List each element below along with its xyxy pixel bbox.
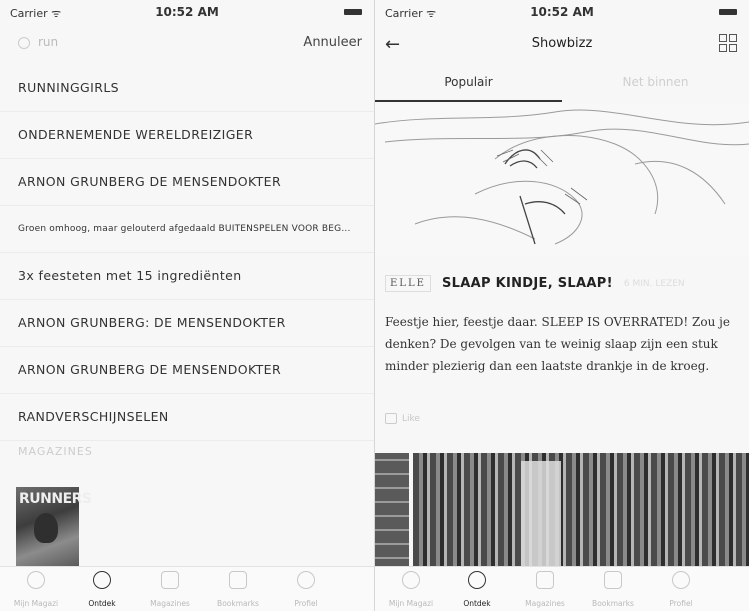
tab-profile[interactable]: Profiel <box>276 567 336 611</box>
article-header: ELLE SLAAP KINDJE, SLAAP! 6 MIN. LEZEN <box>385 273 749 297</box>
cover-photo <box>34 513 58 543</box>
search-result-item[interactable]: ONDERNEMENDE WERELDREIZIGER <box>0 112 374 159</box>
like-button[interactable]: Like <box>385 413 420 424</box>
article-photo-thumb[interactable] <box>375 453 409 571</box>
tab-label: Ontdek <box>463 599 491 608</box>
tab-popular[interactable]: Populair <box>375 68 562 102</box>
tab-label: Profiel <box>669 599 693 608</box>
search-result-item[interactable]: RUNNINGGIRLS <box>0 65 374 112</box>
search-bar: Annuleer <box>0 28 374 62</box>
profile-icon <box>297 571 315 589</box>
tab-discover[interactable]: Ontdek <box>72 567 132 611</box>
tab-label: Bookmarks <box>217 599 259 608</box>
nav-bar: ← Showbizz <box>375 28 749 62</box>
window-light <box>521 461 561 571</box>
search-result-item[interactable]: 3x feesteten met 15 ingrediënten <box>0 253 374 300</box>
tab-label: Magazines <box>150 599 190 608</box>
tab-discover[interactable]: Ontdek <box>447 567 507 611</box>
tab-label: Mijn Magazi <box>13 599 59 608</box>
sleeping-woman-illustration <box>375 109 749 245</box>
segmented-tabs: Populair Net binnen <box>375 68 749 102</box>
tab-label: Magazines <box>525 599 565 608</box>
search-icon <box>18 37 30 49</box>
book-icon <box>536 571 554 589</box>
clock: 10:52 AM <box>155 5 219 19</box>
tab-profile[interactable]: Profiel <box>651 567 711 611</box>
thumbs-up-icon <box>385 413 397 424</box>
search-results-list: RUNNINGGIRLS ONDERNEMENDE WERELDREIZIGER… <box>0 65 374 441</box>
status-bar: Carrier ᯤ 10:52 AM <box>0 0 374 22</box>
tab-new[interactable]: Net binnen <box>562 68 749 102</box>
battery-icon <box>344 9 362 15</box>
tab-label: Profiel <box>294 599 318 608</box>
like-label: Like <box>402 414 420 424</box>
search-result-item[interactable]: ARNON GRUNBERG DE MENSENDOKTER <box>0 347 374 394</box>
search-icon <box>468 571 486 589</box>
tab-label: Bookmarks <box>592 599 634 608</box>
tab-bookmarks[interactable]: Bookmarks <box>208 567 268 611</box>
magazine-cover-title: RUNNERS <box>19 491 92 507</box>
search-result-item[interactable]: Groen omhoog, maar gelouterd afgedaald B… <box>0 206 374 253</box>
profile-icon <box>672 571 690 589</box>
grid-view-icon[interactable] <box>719 34 737 52</box>
article-teaser[interactable]: Feestje hier, feestje daar. SLEEP IS OVE… <box>385 311 737 377</box>
tab-magazines[interactable]: Magazines <box>140 567 200 611</box>
search-input[interactable] <box>36 34 220 50</box>
article-headline[interactable]: SLAAP KINDJE, SLAAP! <box>442 276 613 291</box>
search-result-item[interactable]: ARNON GRUNBERG DE MENSENDOKTER <box>0 159 374 206</box>
heart-icon <box>27 571 45 589</box>
clock: 10:52 AM <box>530 5 594 19</box>
reading-time: 6 MIN. LEZEN <box>623 278 685 289</box>
tab-label: Mijn Magazi <box>388 599 434 608</box>
search-result-item[interactable]: RANDVERSCHIJNSELEN <box>0 394 374 441</box>
search-screen: Carrier ᯤ 10:52 AM Annuleer RUNNINGGIRLS… <box>0 0 374 611</box>
magazine-cover[interactable]: RUNNERS <box>16 487 92 567</box>
bookmark-icon <box>229 571 247 589</box>
article-hero-image[interactable] <box>375 104 749 256</box>
tab-my-magazines[interactable]: Mijn Magazi <box>6 567 66 611</box>
tab-magazines[interactable]: Magazines <box>515 567 575 611</box>
magazine-brand-logo: ELLE <box>385 275 431 292</box>
article-photo-bookshelf[interactable] <box>413 453 749 571</box>
battery-icon <box>719 9 737 15</box>
heart-icon <box>402 571 420 589</box>
status-bar: Carrier ᯤ 10:52 AM <box>375 0 749 22</box>
book-icon <box>161 571 179 589</box>
search-result-item[interactable]: ARNON GRUNBERG: DE MENSENDOKTER <box>0 300 374 347</box>
section-heading-magazines: MAGAZINES <box>18 445 93 458</box>
search-icon <box>93 571 111 589</box>
category-screen: Carrier ᯤ 10:52 AM ← Showbizz Populair N… <box>375 0 749 611</box>
tab-bookmarks[interactable]: Bookmarks <box>583 567 643 611</box>
tab-bar: Mijn Magazi Ontdek Magazines Bookmarks P… <box>375 566 749 611</box>
tab-my-magazines[interactable]: Mijn Magazi <box>381 567 441 611</box>
page-title: Showbizz <box>531 36 593 51</box>
cancel-button[interactable]: Annuleer <box>303 35 362 50</box>
tab-label: Ontdek <box>88 599 116 608</box>
tab-bar: Mijn Magazi Ontdek Magazines Bookmarks P… <box>0 566 374 611</box>
bookmark-icon <box>604 571 622 589</box>
